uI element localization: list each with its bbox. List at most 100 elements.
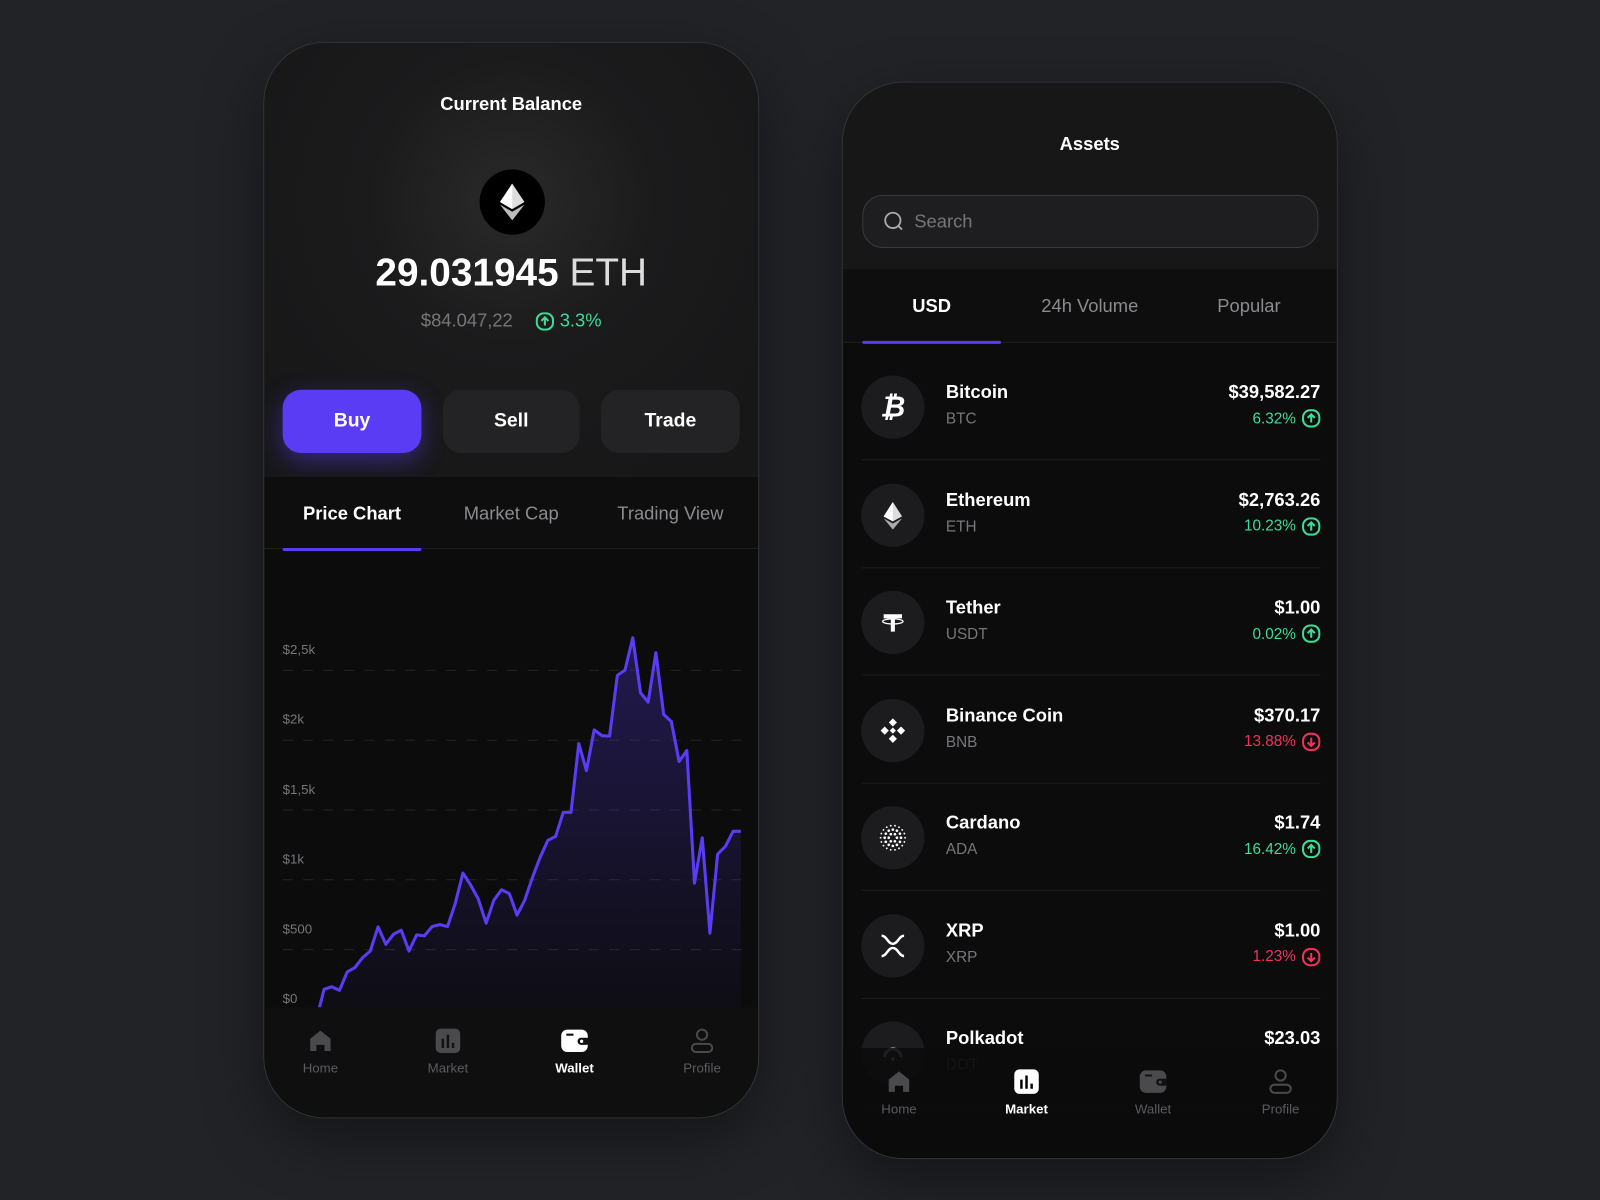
asset-name: Ethereum <box>945 489 1031 510</box>
arrow-up-circle-icon <box>1302 409 1321 428</box>
bar-chart-icon <box>407 1028 489 1055</box>
buy-button[interactable]: Buy <box>282 389 422 454</box>
bottom-nav: Home Market Wallet Profile <box>842 1047 1337 1159</box>
price-chart: $0 $500 $1k $1,5k $2k $2,5k <box>264 550 758 1020</box>
asset-tabs: USD 24h Volume Popular <box>842 269 1337 344</box>
change-value: 13.88% <box>1243 732 1296 750</box>
change-value: 0.02% <box>1252 624 1296 643</box>
y-tick-label: $500 <box>282 921 313 937</box>
change-value: 1.23% <box>1252 947 1296 966</box>
y-tick-label: $1,5k <box>282 781 316 797</box>
asset-row-bnb[interactable]: Binance Coin BNB $370.17 13.88% <box>861 676 1321 784</box>
search-input[interactable] <box>862 194 1319 248</box>
svg-text:₿: ₿ <box>880 391 905 423</box>
asset-change: 1.23% <box>1252 947 1321 966</box>
ethereum-icon <box>861 483 925 547</box>
asset-price: $2,763.26 <box>1238 489 1321 510</box>
wallet-screen: Current Balance 29.031945 ETH $84.047,22… <box>263 41 760 1119</box>
asset-name: Bitcoin <box>945 381 1009 403</box>
balance: 29.031945 ETH <box>264 252 758 296</box>
asset-row-xrp[interactable]: XRP XRP $1.00 1.23% <box>861 891 1321 999</box>
nav-label: Wallet <box>1134 1101 1172 1117</box>
tab-price-chart[interactable]: Price Chart <box>282 477 422 552</box>
nav-profile[interactable]: Profile <box>1240 1068 1322 1116</box>
balance-amount: 29.031945 <box>375 252 559 295</box>
ethereum-icon <box>479 169 545 235</box>
nav-home[interactable]: Home <box>280 1028 362 1076</box>
wallet-icon <box>534 1028 616 1055</box>
chart-tabs: Price Chart Market Cap Trading View <box>264 475 759 552</box>
cardano-icon <box>861 806 925 870</box>
nav-market[interactable]: Market <box>407 1028 489 1076</box>
asset-change: 10.23% <box>1243 516 1321 536</box>
tether-icon <box>861 590 925 655</box>
price-area <box>316 637 741 1020</box>
balance-unit: ETH <box>569 252 648 295</box>
nav-label: Wallet <box>555 1060 594 1076</box>
asset-change: 13.88% <box>1243 732 1321 751</box>
nav-profile[interactable]: Profile <box>661 1028 743 1076</box>
nav-label: Profile <box>1261 1101 1300 1117</box>
asset-symbol: BTC <box>945 410 977 428</box>
nav-label: Home <box>302 1060 339 1076</box>
nav-market[interactable]: Market <box>986 1068 1068 1116</box>
asset-name: Binance Coin <box>945 704 1064 725</box>
tab-trading-view[interactable]: Trading View <box>601 477 740 550</box>
asset-symbol: XRP <box>945 948 978 966</box>
arrow-down-circle-icon <box>1302 732 1321 751</box>
screen-title: Current Balance <box>440 93 583 115</box>
nav-label: Market <box>1005 1101 1048 1117</box>
fiat-value: $84.047,22 <box>420 310 513 331</box>
asset-row-btc[interactable]: ₿ Bitcoin BTC $39,582.27 6.32% <box>861 353 1321 461</box>
asset-name: Cardano <box>945 812 1021 833</box>
asset-row-usdt[interactable]: Tether USDT $1.00 0.02% <box>861 568 1321 676</box>
xrp-icon <box>861 913 925 978</box>
change-value: 16.42% <box>1243 840 1296 858</box>
home-icon <box>858 1068 940 1095</box>
nav-wallet[interactable]: Wallet <box>534 1028 616 1076</box>
tab-usd[interactable]: USD <box>862 269 1002 344</box>
asset-symbol: USDT <box>945 625 988 643</box>
asset-price: $370.17 <box>1253 704 1321 725</box>
asset-symbol: BNB <box>945 733 978 751</box>
bitcoin-icon: ₿ <box>861 375 925 439</box>
tab-market-cap[interactable]: Market Cap <box>443 477 580 550</box>
user-icon <box>661 1028 743 1055</box>
y-tick-label: $2,5k <box>282 641 316 658</box>
y-tick-label: $0 <box>282 990 298 1007</box>
asset-price: $1.00 <box>1274 919 1321 941</box>
screen-title: Assets <box>1059 133 1120 155</box>
assets-screen: Assets USD 24h Volume Popular ₿ Bitcoin … <box>841 81 1338 1160</box>
search-icon <box>884 211 903 231</box>
asset-price: $39,582.27 <box>1228 381 1321 403</box>
asset-change: 6.32% <box>1252 409 1321 428</box>
asset-price: $1.00 <box>1274 596 1321 618</box>
asset-name: Polkadot <box>945 1027 1024 1048</box>
binance-icon <box>861 698 925 762</box>
arrow-up-circle-icon <box>1302 624 1321 643</box>
nav-wallet[interactable]: Wallet <box>1112 1068 1194 1116</box>
search-field[interactable] <box>914 210 1303 233</box>
asset-change: 0.02% <box>1252 624 1321 643</box>
asset-row-eth[interactable]: Ethereum ETH $2,763.26 10.23% <box>861 461 1321 568</box>
asset-row-ada[interactable]: Cardano ADA $1.74 16.42% <box>861 784 1321 891</box>
change-value: 6.32% <box>1252 409 1296 428</box>
trade-button[interactable]: Trade <box>601 389 740 454</box>
arrow-down-circle-icon <box>1302 947 1321 966</box>
nav-label: Market <box>427 1060 469 1076</box>
arrow-up-circle-icon <box>1302 516 1321 536</box>
change-value: 10.23% <box>1243 517 1296 535</box>
asset-price: $23.03 <box>1264 1027 1321 1048</box>
price-chart-svg <box>282 636 744 1020</box>
nav-home[interactable]: Home <box>858 1068 940 1116</box>
tab-24h-volume[interactable]: 24h Volume <box>1021 269 1158 342</box>
home-icon <box>280 1028 362 1055</box>
y-tick-label: $1k <box>282 851 305 867</box>
sell-button[interactable]: Sell <box>442 389 580 454</box>
asset-symbol: ETH <box>945 517 977 536</box>
asset-name: XRP <box>945 919 984 941</box>
asset-symbol: ADA <box>945 840 978 859</box>
y-tick-label: $2k <box>282 711 305 727</box>
change-badge: 3.3% <box>535 310 602 331</box>
tab-popular[interactable]: Popular <box>1180 269 1319 342</box>
